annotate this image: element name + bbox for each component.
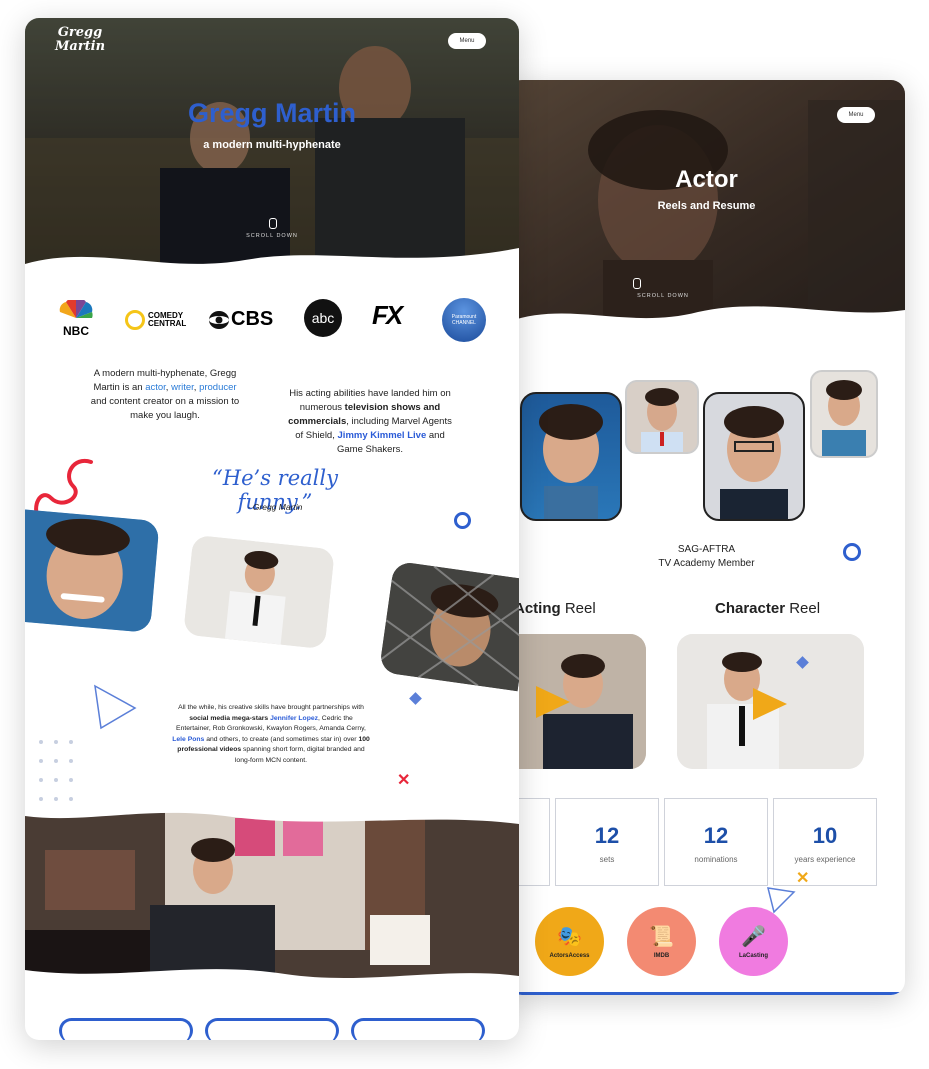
script-icon: 📜 [649, 926, 674, 948]
character-reel-heading: Character Reel [715, 600, 821, 617]
scroll-down-label[interactable]: SCROLL DOWN [217, 233, 327, 239]
acting-reel-video[interactable] [508, 634, 646, 769]
triangle-decor-icon [94, 684, 137, 730]
headshot-2 [625, 380, 699, 454]
stat-box-years: 10 years experience [773, 798, 877, 886]
menu-button[interactable]: Menu [448, 33, 486, 49]
acting-reel-heading: Acting Reel [514, 600, 596, 617]
fx-logo: FX [372, 300, 403, 330]
wave-divider [25, 248, 519, 280]
bottom-card-button-2[interactable] [205, 1018, 339, 1040]
mouse-icon [633, 278, 641, 289]
page-title: Actor [675, 166, 738, 193]
headshot-1 [520, 392, 622, 521]
actor-link[interactable]: actor [145, 382, 166, 393]
bottom-card-button-1[interactable] [59, 1018, 193, 1040]
wave-divider [508, 306, 905, 330]
lab-coat-photo [183, 534, 335, 650]
lacasting-link[interactable]: 🎤 LaCasting [719, 907, 788, 976]
lele-pons-link[interactable]: Lele Pons [172, 736, 204, 743]
stat-box-sets: 12 sets [555, 798, 659, 886]
producer-link[interactable]: producer [199, 382, 237, 393]
cbs-eye-icon [209, 310, 229, 329]
cbs-logo: CBS [208, 308, 273, 331]
intro-paragraph: A modern multi-hyphenate, Gregg Martin i… [90, 368, 240, 421]
actor-page-card: Menu Actor Reels and Resume SCROLL DOWN … [508, 80, 905, 995]
jennifer-lopez-link[interactable]: Jennifer Lopez [270, 715, 318, 722]
living-room-photo [25, 810, 519, 990]
x-decor-icon: ✕ [397, 772, 411, 789]
mouse-icon [269, 218, 277, 229]
tv-academy-label: TV Academy Member [658, 558, 755, 569]
home-page-card: Gregg Martin Menu Gregg Martin a modern m… [25, 18, 519, 1040]
writer-link[interactable]: writer [171, 382, 194, 393]
menu-button[interactable]: Menu [837, 107, 875, 123]
microphone-icon: 🎤 [741, 926, 766, 948]
hero-subtitle: a modern multi-hyphenate [203, 139, 341, 151]
circle-decor-icon [454, 512, 471, 529]
dot-grid-decor-icon [39, 740, 73, 801]
jimmy-kimmel-link[interactable]: Jimmy Kimmel Live [338, 430, 427, 441]
comedy-central-logo: COMEDY CENTRAL [125, 310, 194, 330]
headshot-4 [810, 370, 878, 458]
smiling-photo [25, 509, 160, 633]
paramount-logo: Paramount CHANNEL [442, 298, 486, 342]
scroll-down-label[interactable]: SCROLL DOWN [608, 293, 718, 299]
cc-icon [125, 310, 145, 330]
headshot-3 [703, 392, 805, 521]
diamond-decor-icon [409, 692, 422, 705]
theater-masks-icon: 🎭 [557, 926, 582, 948]
actor-hero: Menu Actor Reels and Resume SCROLL DOWN [508, 80, 905, 330]
quote-author: - Gregg Martin [247, 502, 303, 512]
site-logo[interactable]: Gregg Martin [55, 26, 105, 54]
imdb-link[interactable]: 📜 IMDB [627, 907, 696, 976]
character-reel-video[interactable] [677, 634, 864, 769]
page-subtitle: Reels and Resume [657, 200, 756, 212]
circle-decor-icon [843, 543, 861, 561]
nbc-logo: NBC [55, 298, 97, 337]
hero-title: Gregg Martin [187, 98, 356, 128]
actorsaccess-link[interactable]: 🎭 ActorsAccess [535, 907, 604, 976]
x-decor-icon: ✕ [796, 870, 810, 887]
bottom-border [508, 992, 905, 995]
partners-paragraph: All the while, his creative skills have … [172, 704, 370, 764]
stat-box-nominations: 12 nominations [664, 798, 768, 886]
fence-photo [378, 560, 519, 692]
home-hero: Gregg Martin Menu Gregg Martin a modern m… [25, 18, 519, 280]
abc-logo: abc [304, 299, 342, 337]
acting-paragraph: His acting abilities have landed him on … [288, 388, 452, 455]
bottom-card-button-3[interactable] [351, 1018, 485, 1040]
triangle-decor-icon [766, 887, 796, 914]
